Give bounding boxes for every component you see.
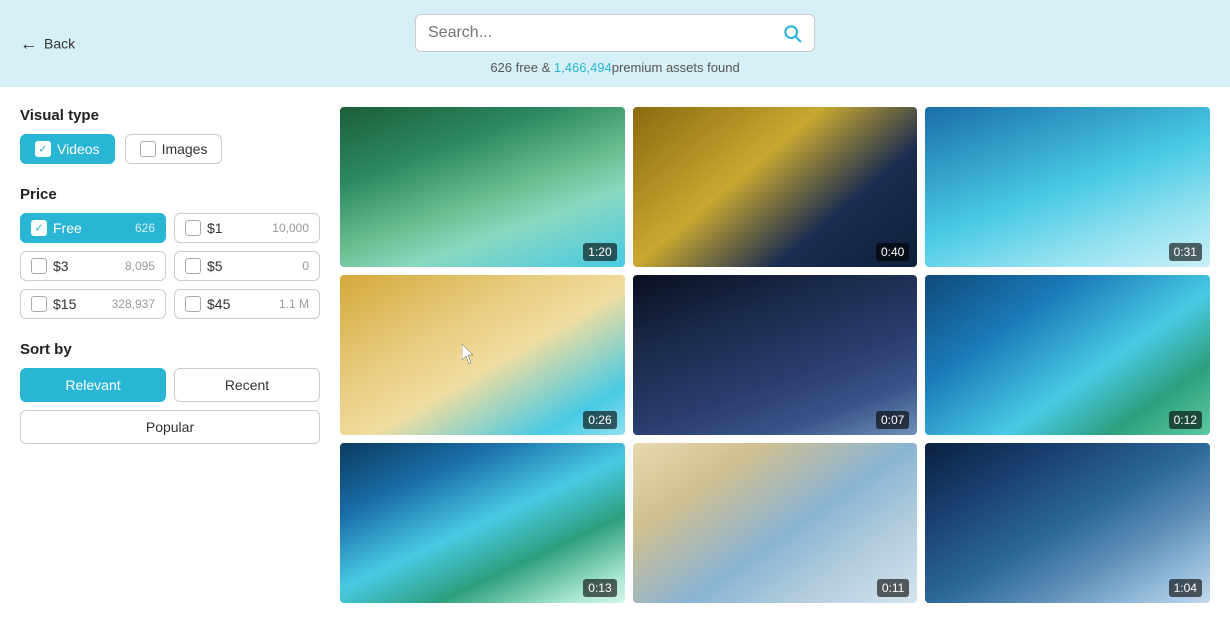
videos-label: Videos: [57, 141, 100, 157]
visual-type-options: Videos Images: [20, 134, 320, 164]
search-button[interactable]: [782, 23, 802, 43]
sort-title: Sort by: [20, 341, 320, 358]
search-input[interactable]: beach: [428, 24, 774, 42]
price1-checkbox: [185, 220, 201, 236]
price-3[interactable]: $3 8,095: [20, 251, 166, 281]
price3-label: $3: [53, 258, 69, 274]
main-layout: Visual type Videos Images Price Free 62: [0, 87, 1230, 623]
video-item-4[interactable]: 0:26: [340, 275, 625, 435]
price5-label: $5: [207, 258, 223, 274]
price-45[interactable]: $45 1.1 M: [174, 289, 320, 319]
price3-count: 8,095: [125, 259, 155, 273]
results-summary: 626 free & 1,466,494premium assets found: [490, 60, 739, 75]
video-item-6[interactable]: 0:12: [925, 275, 1210, 435]
duration-4: 0:26: [583, 411, 616, 429]
video-item-8[interactable]: 0:11: [633, 443, 918, 603]
visual-type-filter: Visual type Videos Images: [20, 107, 320, 164]
price5-count: 0: [302, 259, 309, 273]
header: ← Back beach 626 free & 1,466,494premium…: [0, 0, 1230, 87]
duration-6: 0:12: [1169, 411, 1202, 429]
price45-label: $45: [207, 296, 230, 312]
video-item-9[interactable]: 1:04: [925, 443, 1210, 603]
results-suffix: assets found: [662, 60, 739, 75]
price15-checkbox: [31, 296, 47, 312]
sort-relevant[interactable]: Relevant: [20, 368, 166, 402]
results-premium-label: premium: [612, 60, 663, 75]
price-15[interactable]: $15 328,937: [20, 289, 166, 319]
price-filter: Price Free 626 $1 10,000 $3 8,095: [20, 186, 320, 319]
images-checkbox: [140, 141, 156, 157]
sort-filter: Sort by Relevant Recent Popular: [20, 341, 320, 444]
video-item-3[interactable]: 0:31: [925, 107, 1210, 267]
images-label: Images: [162, 141, 208, 157]
videos-checkbox: [35, 141, 51, 157]
price-title: Price: [20, 186, 320, 203]
price-options: Free 626 $1 10,000 $3 8,095 $5 0: [20, 213, 320, 319]
video-item-5[interactable]: 0:07: [633, 275, 918, 435]
sort-options: Relevant Recent Popular: [20, 368, 320, 444]
price45-checkbox: [185, 296, 201, 312]
price1-label: $1: [207, 220, 223, 236]
price15-count: 328,937: [112, 297, 155, 311]
visual-type-images[interactable]: Images: [125, 134, 223, 164]
duration-8: 0:11: [877, 579, 909, 597]
back-label: Back: [44, 36, 75, 52]
price45-count: 1.1 M: [279, 297, 309, 311]
sort-popular[interactable]: Popular: [20, 410, 320, 444]
results-free-count: 626 free &: [490, 60, 554, 75]
price3-checkbox: [31, 258, 47, 274]
back-button[interactable]: ← Back: [20, 33, 75, 54]
duration-7: 0:13: [583, 579, 616, 597]
visual-type-videos[interactable]: Videos: [20, 134, 115, 164]
duration-9: 1:04: [1169, 579, 1202, 597]
duration-1: 1:20: [583, 243, 616, 261]
visual-type-title: Visual type: [20, 107, 320, 124]
price1-count: 10,000: [272, 221, 309, 235]
free-label: Free: [53, 220, 82, 236]
free-checkbox: [31, 220, 47, 236]
search-bar: beach: [415, 14, 815, 52]
free-count: 626: [135, 221, 155, 235]
sort-recent[interactable]: Recent: [174, 368, 320, 402]
video-item-7[interactable]: 0:13: [340, 443, 625, 603]
duration-2: 0:40: [876, 243, 909, 261]
duration-5: 0:07: [876, 411, 909, 429]
video-grid: 1:20 0:40 0:31 0:26 0:07 0:12: [340, 107, 1210, 603]
price-1[interactable]: $1 10,000: [174, 213, 320, 243]
price-free[interactable]: Free 626: [20, 213, 166, 243]
video-item-1[interactable]: 1:20: [340, 107, 625, 267]
price-5[interactable]: $5 0: [174, 251, 320, 281]
price15-label: $15: [53, 296, 76, 312]
video-item-2[interactable]: 0:40: [633, 107, 918, 267]
back-arrow-icon: ←: [20, 33, 38, 54]
results-premium-link[interactable]: 1,466,494: [554, 60, 612, 75]
duration-3: 0:31: [1169, 243, 1202, 261]
price5-checkbox: [185, 258, 201, 274]
sidebar: Visual type Videos Images Price Free 62: [20, 107, 320, 603]
